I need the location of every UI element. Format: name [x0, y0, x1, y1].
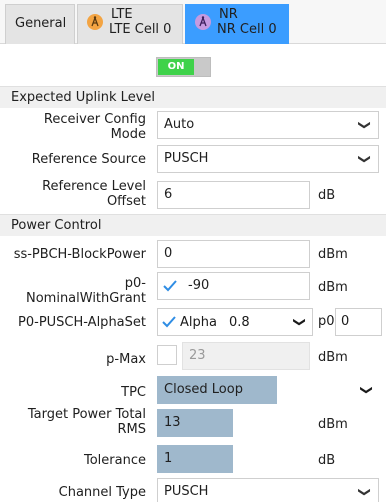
p-max-unit: dBm	[318, 350, 348, 365]
target-power-input[interactable]: 13	[157, 409, 233, 437]
reference-source-label: Reference Source	[31, 152, 146, 167]
p-max-checkbox[interactable]	[157, 345, 177, 365]
reference-level-offset-label-line1: Reference Level	[42, 179, 146, 194]
section-expected-uplink-level: Expected Uplink Level	[0, 86, 386, 108]
tab-bar: General LTE LTE Cell 0 NR NR Cell 0	[0, 0, 386, 44]
target-power-unit: dBm	[318, 417, 348, 432]
receiver-config-mode-label: Receiver Config Mode	[44, 112, 146, 142]
antenna-icon	[87, 14, 103, 30]
receiver-config-mode-select[interactable]: Auto ❯	[157, 111, 379, 139]
reference-level-offset-unit: dB	[318, 188, 336, 203]
ss-pbch-blockpower-unit: dBm	[318, 247, 348, 262]
tab-lte-cell[interactable]: LTE LTE Cell 0	[77, 4, 183, 44]
tab-lte-title: LTE	[111, 7, 133, 22]
alpha-select[interactable]: Alpha 0.8 ❯	[157, 308, 313, 336]
toggle-row: ON	[0, 45, 386, 85]
reference-level-offset-label: Reference Level Offset	[42, 179, 146, 209]
p0-nominal-with-grant-label: p0- NominalWithGrant	[26, 276, 146, 306]
reference-level-offset-label-line2: Offset	[106, 194, 146, 209]
p0-nominal-value: -90	[188, 278, 210, 293]
antenna-icon	[195, 14, 211, 30]
tab-nr-subtitle: NR Cell 0	[217, 22, 277, 37]
checkmark-icon	[163, 280, 177, 292]
p-max-label: p-Max	[106, 352, 146, 367]
tab-nr-title: NR	[219, 7, 238, 22]
channel-type-value: PUSCH	[164, 484, 209, 499]
alpha-checkbox[interactable]	[160, 313, 178, 331]
tab-lte-subtitle: LTE Cell 0	[109, 22, 172, 37]
receiver-config-mode-label-line2: Mode	[110, 127, 146, 142]
on-off-toggle[interactable]: ON	[156, 57, 211, 77]
tpc-value: Closed Loop	[164, 382, 243, 397]
channel-type-label: Channel Type	[58, 485, 146, 500]
p0-nominal-label-line2: NominalWithGrant	[25, 291, 146, 306]
p0-pusch-alphaset-label: P0-PUSCH-AlphaSet	[18, 315, 146, 330]
tab-general-label: General	[15, 16, 67, 31]
chevron-down-icon: ❯	[357, 153, 372, 165]
reference-source-value: PUSCH	[164, 151, 209, 166]
p0-nominal-checkbox[interactable]	[161, 277, 179, 295]
target-power-total-rms-label: Target Power Total RMS	[28, 407, 146, 437]
alpha-label: Alpha	[180, 315, 217, 330]
checkmark-icon	[162, 316, 176, 328]
target-power-label-line1: Target Power Total	[27, 407, 146, 422]
receiver-config-mode-label-line1: Receiver Config	[43, 112, 146, 127]
ss-pbch-blockpower-input[interactable]: 0	[157, 240, 310, 268]
p0-nominal-with-grant-input[interactable]: -90	[157, 272, 310, 300]
chevron-down-icon: ❯	[357, 486, 372, 498]
ss-pbch-blockpower-label: ss-PBCH-BlockPower	[13, 247, 146, 262]
tolerance-label: Tolerance	[84, 453, 146, 468]
p0-nominal-label-line1: p0-	[124, 276, 146, 291]
chevron-down-icon: ❯	[357, 119, 372, 131]
tpc-select[interactable]: Closed Loop	[157, 376, 277, 404]
section-power-control: Power Control	[0, 214, 386, 236]
tpc-label: TPC	[121, 385, 146, 400]
p0-input[interactable]: 0	[335, 308, 382, 336]
toggle-on-label: ON	[158, 59, 194, 75]
p-max-input[interactable]: 23	[182, 342, 310, 370]
channel-type-select[interactable]: PUSCH ❯	[157, 478, 379, 502]
tolerance-unit: dB	[318, 453, 336, 468]
tab-general[interactable]: General	[5, 4, 75, 44]
reference-level-offset-input[interactable]: 6	[157, 181, 310, 209]
reference-source-select[interactable]: PUSCH ❯	[157, 145, 379, 173]
tab-nr-cell[interactable]: NR NR Cell 0	[185, 4, 289, 44]
target-power-label-line2: RMS	[117, 422, 146, 437]
tolerance-input[interactable]: 1	[157, 445, 233, 473]
chevron-down-icon[interactable]: ❯	[360, 385, 374, 395]
chevron-down-icon: ❯	[292, 316, 307, 328]
p0-nominal-unit: dBm	[318, 280, 348, 295]
p0-label: p0	[318, 314, 335, 329]
alpha-value: 0.8	[229, 315, 250, 330]
receiver-config-mode-value: Auto	[164, 117, 195, 132]
